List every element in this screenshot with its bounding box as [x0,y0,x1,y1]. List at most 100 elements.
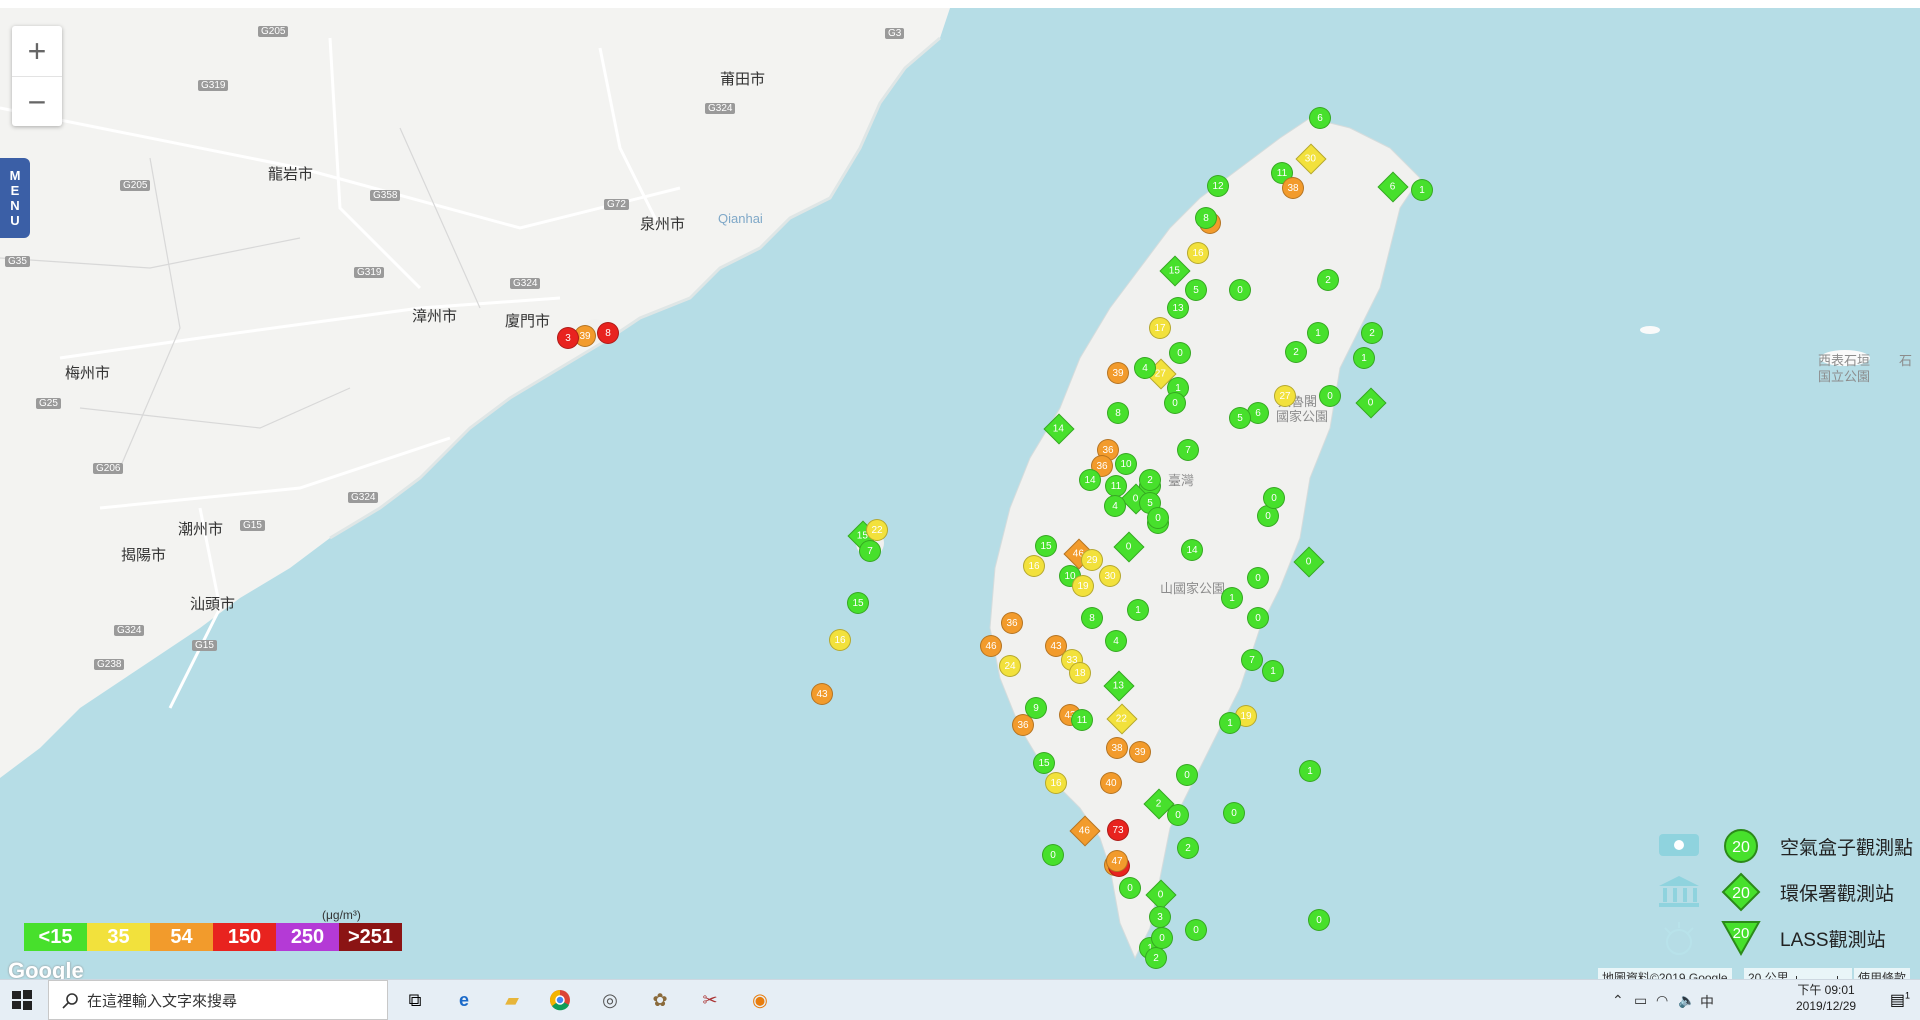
pm25-marker[interactable]: 2 [1317,269,1339,291]
notification-icon[interactable]: ▤1 [1890,990,1910,1010]
pm25-marker[interactable]: 0 [1247,607,1269,629]
blender-icon[interactable]: ◉ [748,988,772,1012]
pm25-marker[interactable]: 15 [847,592,869,614]
pm25-marker[interactable]: 14 [1181,539,1203,561]
pm25-marker[interactable]: 11 [1071,709,1093,731]
pm25-marker[interactable]: 0 [1308,909,1330,931]
gimp-icon[interactable]: ✿ [648,988,672,1012]
pm25-marker[interactable]: 1 [1262,660,1284,682]
pm25-marker[interactable]: 16 [829,629,851,651]
pm25-marker[interactable]: 0 [1119,877,1141,899]
ime-indicator[interactable]: 中 [1700,992,1714,1012]
zoom-out-button[interactable]: − [12,77,62,127]
menu-tab[interactable]: M E N U [0,158,30,238]
task-view-icon[interactable]: ⧉ [403,988,427,1012]
chrome-icon[interactable] [548,988,572,1012]
pm25-marker[interactable]: 13 [1167,297,1189,319]
volume-icon[interactable]: 🔈 [1678,992,1695,1009]
compass-app-icon[interactable]: ◎ [598,988,622,1012]
pm25-marker[interactable]: 0 [1176,764,1198,786]
pm25-marker[interactable]: 73 [1107,819,1129,841]
pm25-marker[interactable]: 15 [1035,535,1057,557]
windows-start-icon[interactable] [10,988,34,1012]
pm25-marker[interactable]: 2 [1177,837,1199,859]
pm25-marker[interactable]: 1 [1219,712,1241,734]
pm25-marker[interactable]: 1 [1127,599,1149,621]
clock[interactable]: 下午 09:01 2019/12/29 [1796,982,1856,1014]
zoom-in-button[interactable]: + [12,26,62,77]
pm25-marker[interactable]: 0 [1263,487,1285,509]
pm25-marker[interactable]: 3 [557,327,579,349]
file-explorer-icon[interactable]: ▰ [500,988,524,1012]
pm25-marker[interactable]: 36 [1001,612,1023,634]
pm25-marker[interactable]: 8 [1107,402,1129,424]
terms-link[interactable]: 使用條款 [1854,968,1911,979]
pm25-marker[interactable]: 0 [1042,844,1064,866]
pm25-marker[interactable]: 0 [1167,804,1189,826]
pm25-marker[interactable]: 16 [1187,242,1209,264]
wifi-icon[interactable]: ◠ [1656,992,1668,1009]
pm25-marker[interactable]: 19 [1072,575,1094,597]
pm25-marker[interactable]: 1 [1411,179,1433,201]
pm25-marker[interactable]: 3 [1149,906,1171,928]
pm25-marker[interactable]: 18 [1069,662,1091,684]
pm25-marker[interactable]: 14 [1079,469,1101,491]
pm25-marker[interactable]: 6 [1309,107,1331,129]
pm25-marker[interactable]: 47 [1106,850,1128,872]
chevron-up-icon[interactable]: ⌃ [1612,992,1624,1009]
pm25-marker[interactable]: 11 [1105,475,1127,497]
pm25-marker[interactable]: 17 [1149,317,1171,339]
pm25-marker[interactable]: 0 [1147,507,1169,529]
pm25-marker[interactable]: 27 [1274,385,1296,407]
pm25-marker[interactable]: 0 [1185,919,1207,941]
pm25-marker[interactable]: 40 [1100,772,1122,794]
pm25-marker[interactable]: 5 [1185,279,1207,301]
pm25-marker[interactable]: 38 [1282,177,1304,199]
pm25-marker[interactable]: 15 [1033,752,1055,774]
pm25-marker[interactable]: 7 [1241,649,1263,671]
pm25-marker[interactable]: 2 [1145,947,1167,969]
pm25-marker[interactable]: 22 [866,519,888,541]
pm25-marker[interactable]: 4 [1105,630,1127,652]
pm25-marker[interactable]: 0 [1151,927,1173,949]
pm25-marker[interactable]: 0 [1169,342,1191,364]
pm25-marker[interactable]: 1 [1307,322,1329,344]
pm25-marker[interactable]: 2 [1361,322,1383,344]
pm25-marker[interactable]: 24 [999,655,1021,677]
pm25-marker[interactable]: 46 [980,635,1002,657]
pm25-marker[interactable]: 16 [1045,772,1067,794]
pm25-marker[interactable]: 7 [859,540,881,562]
pm25-marker[interactable]: 4 [1104,495,1126,517]
pm25-marker[interactable]: 30 [1099,565,1121,587]
pm25-marker[interactable]: 2 [1285,341,1307,363]
battery-icon[interactable]: ▭ [1634,992,1647,1009]
pm25-marker[interactable]: 1 [1353,347,1375,369]
pm25-marker[interactable]: 29 [1081,549,1103,571]
snipping-tool-icon[interactable]: ✂ [698,988,722,1012]
pm25-marker[interactable]: 1 [1221,587,1243,609]
pm25-marker[interactable]: 12 [1207,175,1229,197]
pm25-marker[interactable]: 0 [1247,567,1269,589]
map-canvas[interactable]: 莆田市 龍岩市 泉州市 Qianhai 漳州市 廈門市 梅州市 潮州市 揭陽市 汕頭市 太魯閣 國家公… [0,8,1920,979]
pm25-marker[interactable]: 9 [1025,697,1047,719]
pm25-marker[interactable]: 43 [811,683,833,705]
pm25-marker[interactable]: 0 [1229,279,1251,301]
pm25-marker[interactable]: 38 [1106,737,1128,759]
pm25-marker[interactable]: 8 [1081,607,1103,629]
taskbar-search-box[interactable]: 在這裡輸入文字來搜尋 [48,980,388,1020]
pm25-marker[interactable]: 1 [1299,760,1321,782]
pm25-marker[interactable]: 8 [597,322,619,344]
edge-browser-icon[interactable]: e [452,988,476,1012]
pm25-marker[interactable]: 8 [1195,207,1217,229]
pm25-marker[interactable]: 0 [1319,385,1341,407]
pm25-marker[interactable]: 39 [1107,362,1129,384]
pm25-marker[interactable]: 16 [1023,555,1045,577]
pm25-marker[interactable]: 5 [1229,407,1251,429]
pm25-marker[interactable]: 4 [1134,357,1156,379]
pm25-marker[interactable]: 2 [1139,469,1161,491]
pm25-marker[interactable]: 39 [1129,741,1151,763]
pm25-marker[interactable]: 10 [1115,453,1137,475]
pm25-marker[interactable]: 0 [1164,392,1186,414]
pm25-marker[interactable]: 7 [1177,439,1199,461]
pm25-marker[interactable]: 0 [1223,802,1245,824]
